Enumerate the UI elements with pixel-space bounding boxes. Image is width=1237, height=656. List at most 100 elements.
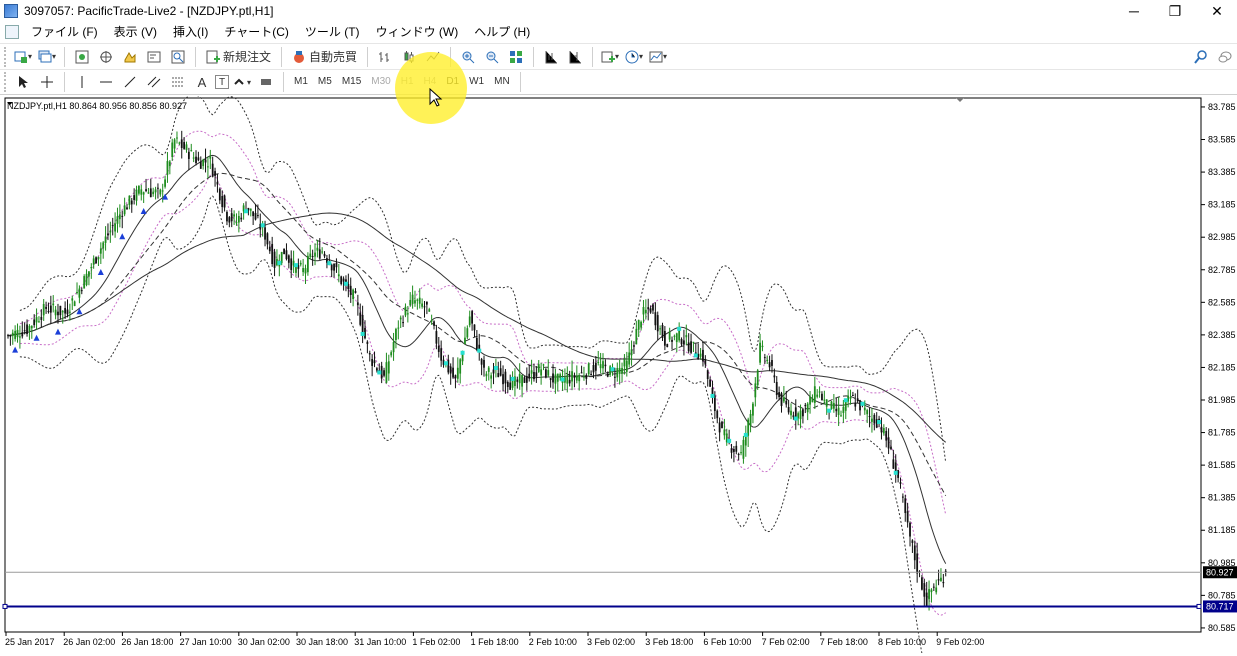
candle bbox=[587, 362, 590, 377]
hline-handle-right[interactable] bbox=[1196, 603, 1202, 609]
auto-scroll-icon[interactable] bbox=[540, 46, 562, 68]
candle-body bbox=[421, 303, 424, 307]
candle-body bbox=[311, 256, 314, 258]
periodicity-icon[interactable] bbox=[255, 71, 277, 93]
strategy-tester-icon[interactable] bbox=[167, 46, 189, 68]
candle-body bbox=[904, 498, 907, 513]
candle-body bbox=[585, 374, 588, 379]
signal-marker-icon bbox=[277, 260, 282, 265]
close-button[interactable]: ✕ bbox=[1197, 0, 1237, 22]
tile-windows-icon[interactable] bbox=[505, 46, 527, 68]
auto-trading-button[interactable]: 自動売買 bbox=[288, 46, 361, 68]
candle-body bbox=[309, 253, 312, 257]
candle-body bbox=[849, 397, 852, 399]
templates-icon[interactable]: ▾ bbox=[647, 46, 669, 68]
candle-body bbox=[580, 372, 583, 374]
cursor-tool-icon[interactable] bbox=[12, 71, 34, 93]
candle-body bbox=[730, 448, 733, 453]
navigator-icon[interactable] bbox=[119, 46, 141, 68]
candle bbox=[544, 368, 547, 379]
menu-insert[interactable]: 挿入(I) bbox=[165, 22, 216, 42]
x-tick-label: 3 Feb 18:00 bbox=[645, 637, 693, 647]
candle-body bbox=[376, 368, 378, 371]
chart-window[interactable]: NZDJPY.ptl,H1 80.864 80.956 80.856 80.92… bbox=[0, 93, 1237, 656]
candle-body bbox=[733, 449, 735, 452]
data-window-icon[interactable] bbox=[95, 46, 117, 68]
candle-body bbox=[640, 321, 642, 328]
menu-window[interactable]: ウィンドウ (W) bbox=[368, 22, 467, 42]
crosshair-icon[interactable] bbox=[36, 71, 58, 93]
candle-body bbox=[835, 408, 838, 412]
chart-shift-icon[interactable] bbox=[564, 46, 586, 68]
new-order-button[interactable]: 新規注文 bbox=[202, 46, 275, 68]
candle-body bbox=[475, 337, 478, 350]
timeframe-m30[interactable]: M30 bbox=[366, 71, 395, 93]
hline-handle-left[interactable] bbox=[2, 603, 8, 609]
candle-body bbox=[649, 308, 652, 313]
signal-marker-icon bbox=[343, 281, 348, 286]
candle-body bbox=[837, 407, 840, 415]
document-icon[interactable] bbox=[5, 25, 19, 39]
timeframe-m15[interactable]: M15 bbox=[337, 71, 366, 93]
signal-marker-icon bbox=[860, 401, 865, 406]
fibonacci-icon[interactable] bbox=[167, 71, 189, 93]
bar-chart-icon[interactable] bbox=[374, 46, 396, 68]
equidistant-channel-icon[interactable] bbox=[143, 71, 165, 93]
candle-body bbox=[42, 303, 45, 316]
menu-file[interactable]: ファイル (F) bbox=[23, 22, 106, 42]
indicators-icon[interactable]: ▾ bbox=[599, 46, 621, 68]
horizontal-line-icon[interactable] bbox=[95, 71, 117, 93]
timeframe-m1[interactable]: M1 bbox=[289, 71, 313, 93]
candle-body bbox=[692, 341, 695, 343]
timeframe-mn[interactable]: MN bbox=[489, 71, 515, 93]
signal-marker-icon bbox=[560, 377, 565, 382]
signal-marker-icon bbox=[260, 223, 265, 228]
y-tick-label: 81.785 bbox=[1208, 428, 1236, 438]
candle-body bbox=[616, 368, 619, 378]
vertical-line-icon[interactable] bbox=[71, 71, 93, 93]
menu-tools[interactable]: ツール (T) bbox=[297, 22, 368, 42]
text-label-tool[interactable]: T bbox=[215, 75, 229, 89]
candle-body bbox=[604, 364, 607, 367]
candle-body bbox=[768, 362, 771, 368]
timeframe-w1[interactable]: W1 bbox=[464, 71, 489, 93]
chat-icon[interactable] bbox=[1214, 46, 1236, 68]
candle-body bbox=[587, 363, 590, 375]
minimize-button[interactable]: ─ bbox=[1114, 0, 1154, 22]
zoom-in-icon[interactable] bbox=[457, 46, 479, 68]
candle-body bbox=[899, 482, 902, 484]
candle-body bbox=[180, 139, 183, 148]
terminal-icon[interactable] bbox=[143, 46, 165, 68]
candle-body bbox=[314, 252, 316, 257]
periods-icon[interactable]: ▾ bbox=[623, 46, 645, 68]
market-watch-icon[interactable] bbox=[71, 46, 93, 68]
new-chart-icon[interactable]: ▾ bbox=[12, 46, 34, 68]
candle-body bbox=[285, 250, 288, 260]
candle-body bbox=[104, 236, 107, 243]
candle-body bbox=[890, 446, 892, 450]
menu-view[interactable]: 表示 (V) bbox=[106, 22, 165, 42]
x-tick-label: 7 Feb 18:00 bbox=[820, 637, 868, 647]
maximize-button[interactable]: ❐ bbox=[1155, 0, 1195, 22]
candle-body bbox=[85, 273, 88, 286]
price-chart[interactable]: NZDJPY.ptl,H1 80.864 80.956 80.856 80.92… bbox=[0, 93, 1237, 656]
signal-marker-icon bbox=[493, 366, 498, 371]
candle-body bbox=[911, 540, 914, 543]
signal-marker-icon bbox=[710, 393, 715, 398]
text-tool[interactable]: A bbox=[191, 71, 213, 93]
search-icon[interactable] bbox=[1190, 46, 1212, 68]
zoom-out-icon[interactable] bbox=[481, 46, 503, 68]
candle-body bbox=[373, 360, 376, 364]
signal-marker-icon bbox=[443, 361, 448, 366]
timeframe-m5[interactable]: M5 bbox=[313, 71, 337, 93]
arrows-icon[interactable]: ▾ bbox=[231, 71, 253, 93]
candle-body bbox=[773, 375, 776, 378]
signal-marker-icon bbox=[477, 348, 482, 353]
trendline-icon[interactable] bbox=[119, 71, 141, 93]
candle-body bbox=[752, 403, 754, 416]
menu-chart[interactable]: チャート(C) bbox=[216, 22, 297, 42]
candle-body bbox=[440, 348, 443, 361]
profiles-icon[interactable]: ▾ bbox=[36, 46, 58, 68]
candle-body bbox=[116, 216, 119, 224]
menu-help[interactable]: ヘルプ (H) bbox=[466, 22, 538, 42]
